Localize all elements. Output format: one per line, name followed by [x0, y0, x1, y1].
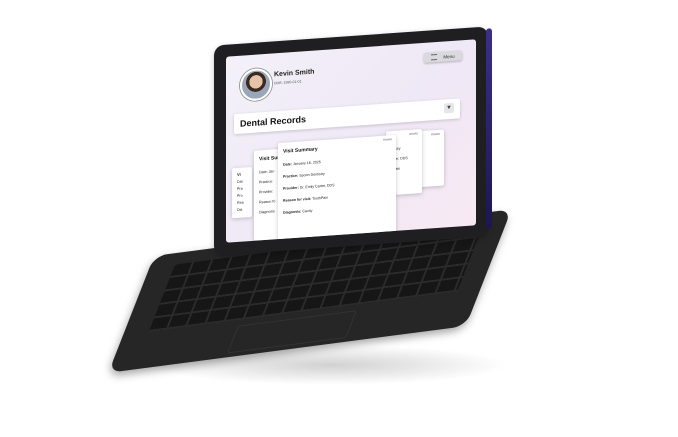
card-row: Reason fo	[259, 199, 276, 205]
card-tag: ROWID	[431, 132, 440, 137]
peek-row: Pro	[237, 193, 243, 198]
row-value: January 16, 2025	[293, 160, 321, 167]
menu-label: Menu	[443, 53, 455, 60]
app-header: Kevin Smith DOB: 1990-01-01 Menu	[226, 39, 476, 108]
avatar[interactable]	[240, 67, 272, 102]
menu-button[interactable]: Menu	[424, 50, 462, 63]
page-title: Dental Records	[240, 114, 307, 129]
visit-card-front[interactable]: ROWID Visit Summary Date: January 16, 20…	[278, 134, 396, 243]
card-tag: ROWID	[409, 132, 418, 136]
card-row: Diagnosis	[259, 209, 275, 215]
filter-icon: ▼	[446, 104, 452, 112]
user-name: Kevin Smith	[274, 68, 315, 79]
card-row: Date: January 16, 2025	[283, 160, 321, 167]
row-label: Diagnosis:	[283, 209, 302, 215]
card-title: Visit Summary	[283, 146, 318, 155]
visit-card-peek[interactable]: Vi Dat Pra Pro Rea Dia	[232, 166, 252, 219]
filter-button[interactable]: ▼	[444, 102, 454, 114]
card-row: Provider:	[259, 189, 274, 195]
peek-row: Vi	[237, 171, 241, 177]
row-label: Practice:	[283, 173, 299, 179]
card-row: Date: Jan	[259, 169, 275, 175]
app-screen: Kevin Smith DOB: 1990-01-01 Menu Dental …	[226, 39, 476, 243]
card-row: Reason for visit: ToothPain	[283, 196, 328, 203]
row-label: Reason for visit:	[283, 196, 312, 203]
menu-icon	[431, 53, 438, 61]
row-value: Cavity	[302, 208, 313, 214]
card-row: Practice: Spoon Dentistry	[283, 172, 325, 179]
row-value: ToothPain	[312, 195, 329, 201]
card-row: Provider: Dr. Emily Carter, DDS	[283, 183, 335, 191]
row-value: Spoon Dentistry	[299, 171, 325, 178]
lid-edge	[486, 28, 492, 229]
card-tag: ROWID	[383, 138, 392, 142]
peek-row: Dia	[237, 207, 243, 212]
peek-row: Pra	[237, 186, 243, 191]
row-label: Provider:	[283, 185, 299, 191]
row-value: Dr. Emily Carter, DDS	[299, 183, 335, 190]
card-row: Practice:	[259, 179, 273, 185]
user-dob: DOB: 1990-01-01	[274, 79, 302, 86]
row-label: Date:	[283, 162, 292, 167]
card-row: Diagnosis: Cavity	[283, 209, 312, 215]
peek-row: Rea	[237, 200, 244, 205]
peek-row: Dat	[237, 179, 243, 184]
laptop-lid: Kevin Smith DOB: 1990-01-01 Menu Dental …	[214, 26, 492, 256]
